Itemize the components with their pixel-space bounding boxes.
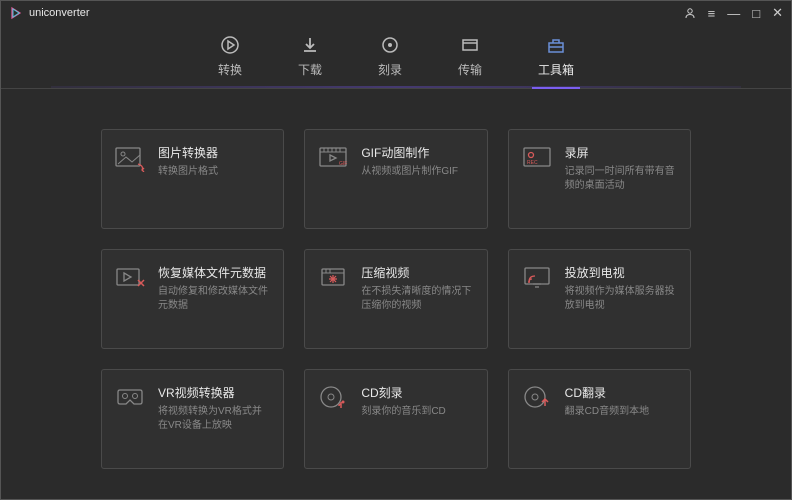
gif-maker-icon: GIF xyxy=(317,144,351,172)
tab-label: 工具箱 xyxy=(538,61,574,78)
tool-gif-maker[interactable]: GIF GIF动图制作 从视频或图片制作GIF xyxy=(304,129,487,229)
app-window: uniconverter ≡ — □ ✕ 转换 下载 刻录 传输 xyxy=(0,0,792,500)
card-title: GIF动图制作 xyxy=(361,144,458,161)
tab-label: 转换 xyxy=(218,61,242,78)
card-text: 恢复媒体文件元数据 自动修复和修改媒体文件元数据 xyxy=(158,264,271,334)
tool-image-converter[interactable]: 图片转换器 转换图片格式 xyxy=(101,129,284,229)
user-icon[interactable] xyxy=(684,7,696,19)
tab-convert[interactable]: 转换 xyxy=(214,27,246,86)
maximize-button[interactable]: □ xyxy=(752,6,760,21)
cd-burn-icon xyxy=(317,384,351,412)
card-desc: 将视频作为媒体服务器投放到电视 xyxy=(565,285,678,313)
tool-cast-tv[interactable]: 投放到电视 将视频作为媒体服务器投放到电视 xyxy=(508,249,691,349)
svg-text:GIF: GIF xyxy=(339,161,347,167)
svg-text:REC: REC xyxy=(527,160,538,166)
cd-rip-icon xyxy=(521,384,555,412)
app-logo-icon xyxy=(9,6,23,20)
tab-toolbox[interactable]: 工具箱 xyxy=(534,27,578,86)
screen-record-icon: REC xyxy=(521,144,555,172)
card-text: 压缩视频 在不损失清晰度的情况下压缩你的视频 xyxy=(361,264,474,334)
tool-vr-converter[interactable]: VR视频转换器 将视频转换为VR格式并在VR设备上放映 xyxy=(101,369,284,469)
card-desc: 转换图片格式 xyxy=(158,165,218,179)
tool-compress-video[interactable]: 压缩视频 在不损失清晰度的情况下压缩你的视频 xyxy=(304,249,487,349)
tool-screen-record[interactable]: REC 录屏 记录同一时间所有带有音频的桌面活动 xyxy=(508,129,691,229)
card-text: CD翻录 翻录CD音频到本地 xyxy=(565,384,649,454)
toolbox-grid: 图片转换器 转换图片格式 GIF GIF动图制作 从视频或图片制作GIF REC… xyxy=(1,89,791,499)
card-title: CD刻录 xyxy=(361,384,445,401)
cast-tv-icon xyxy=(521,264,555,292)
card-title: 恢复媒体文件元数据 xyxy=(158,264,271,281)
card-title: 图片转换器 xyxy=(158,144,218,161)
tab-transfer[interactable]: 传输 xyxy=(454,27,486,86)
vr-converter-icon xyxy=(114,384,148,412)
card-text: 录屏 记录同一时间所有带有音频的桌面活动 xyxy=(565,144,678,214)
download-icon xyxy=(300,35,320,55)
card-text: 图片转换器 转换图片格式 xyxy=(158,144,218,214)
toolbox-icon xyxy=(546,35,566,55)
tool-cd-burn[interactable]: CD刻录 刻录你的音乐到CD xyxy=(304,369,487,469)
main-tabs: 转换 下载 刻录 传输 工具箱 xyxy=(1,25,791,89)
card-title: 投放到电视 xyxy=(565,264,678,281)
app-title: uniconverter xyxy=(29,7,90,19)
tab-label: 刻录 xyxy=(378,61,402,78)
compress-video-icon xyxy=(317,264,351,292)
card-text: CD刻录 刻录你的音乐到CD xyxy=(361,384,445,454)
card-text: 投放到电视 将视频作为媒体服务器投放到电视 xyxy=(565,264,678,334)
tab-burn[interactable]: 刻录 xyxy=(374,27,406,86)
tab-label: 传输 xyxy=(458,61,482,78)
fix-metadata-icon xyxy=(114,264,148,292)
active-tab-marker xyxy=(532,87,580,89)
tool-fix-metadata[interactable]: 恢复媒体文件元数据 自动修复和修改媒体文件元数据 xyxy=(101,249,284,349)
close-button[interactable]: ✕ xyxy=(772,5,783,21)
tool-cd-rip[interactable]: CD翻录 翻录CD音频到本地 xyxy=(508,369,691,469)
card-desc: 刻录你的音乐到CD xyxy=(361,405,445,419)
window-controls: ≡ — □ ✕ xyxy=(684,5,783,21)
card-desc: 从视频或图片制作GIF xyxy=(361,165,458,179)
card-desc: 自动修复和修改媒体文件元数据 xyxy=(158,285,271,313)
transfer-icon xyxy=(460,35,480,55)
card-title: 压缩视频 xyxy=(361,264,474,281)
card-text: VR视频转换器 将视频转换为VR格式并在VR设备上放映 xyxy=(158,384,271,454)
title-left: uniconverter xyxy=(9,6,90,20)
card-desc: 在不损失清晰度的情况下压缩你的视频 xyxy=(361,285,474,313)
card-title: VR视频转换器 xyxy=(158,384,271,401)
tab-download[interactable]: 下载 xyxy=(294,27,326,86)
card-title: CD翻录 xyxy=(565,384,649,401)
card-title: 录屏 xyxy=(565,144,678,161)
tab-label: 下载 xyxy=(298,61,322,78)
card-desc: 翻录CD音频到本地 xyxy=(565,405,649,419)
tab-underline-decoration xyxy=(51,86,741,88)
card-text: GIF动图制作 从视频或图片制作GIF xyxy=(361,144,458,214)
minimize-button[interactable]: — xyxy=(727,6,740,21)
image-converter-icon xyxy=(114,144,148,172)
card-desc: 将视频转换为VR格式并在VR设备上放映 xyxy=(158,405,271,433)
menu-icon[interactable]: ≡ xyxy=(708,6,716,21)
burn-icon xyxy=(380,35,400,55)
titlebar: uniconverter ≡ — □ ✕ xyxy=(1,1,791,25)
card-desc: 记录同一时间所有带有音频的桌面活动 xyxy=(565,165,678,193)
convert-icon xyxy=(220,35,240,55)
